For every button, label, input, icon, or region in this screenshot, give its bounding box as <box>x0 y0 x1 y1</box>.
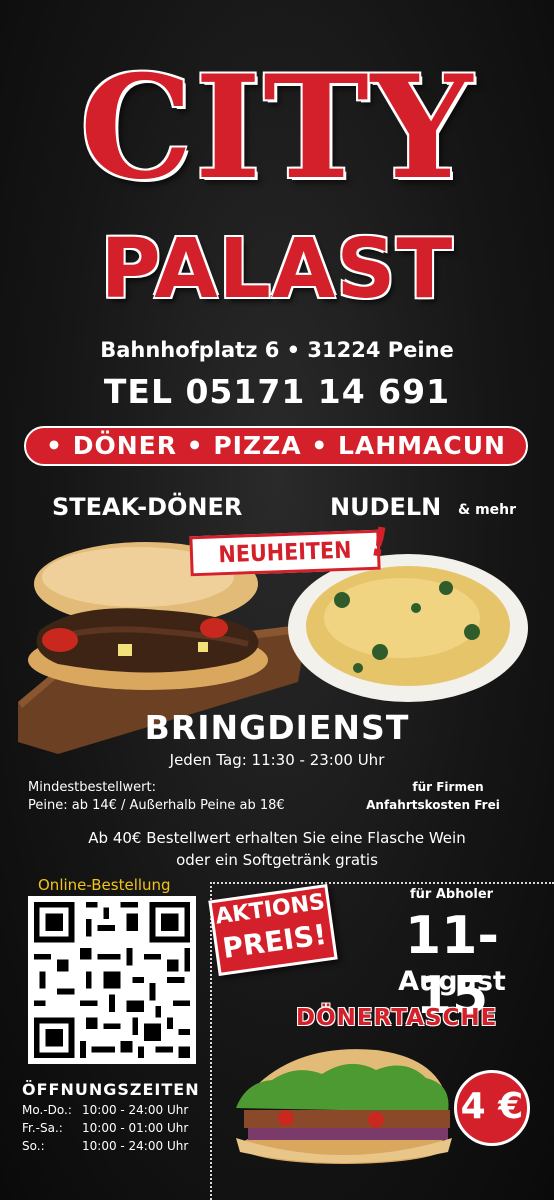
offer-divider-horizontal <box>210 882 554 884</box>
hours-day: Fr.-Sa.: <box>22 1121 63 1135</box>
delivery-hours: Jeden Tag: 11:30 - 23:00 Uhr <box>169 751 385 769</box>
brand-title-palast: PALAST <box>100 222 454 317</box>
min-order-value: Peine: ab 14€ / Außerhalb Peine ab 18€ <box>28 798 285 813</box>
firms-label: für Firmen <box>412 780 484 794</box>
online-order-label: Online-Bestellung <box>38 876 171 894</box>
promo-line-1: Ab 40€ Bestellwert erhalten Sie eine Fla… <box>88 829 466 847</box>
brand-title-city: CITY <box>79 45 475 211</box>
doenertasche-image <box>236 1049 452 1164</box>
min-order-label: Mindestbestellwert: <box>28 780 156 795</box>
phone-number[interactable]: TEL 05171 14 691 <box>0 372 554 411</box>
hours-time: 10:00 - 24:00 Uhr <box>82 1139 189 1153</box>
address: Bahnhofplatz 6 • 31224 Peine <box>100 338 454 362</box>
nudeln-label: NUDELN <box>330 493 442 521</box>
hours-time: 10:00 - 01:00 Uhr <box>82 1121 189 1135</box>
aktionspreis-badge: AKTIONS PREIS! <box>208 884 338 976</box>
hours-row: So.: 10:00 - 24:00 Uhr <box>22 1139 188 1153</box>
bringdienst-title: BRINGDIENST <box>144 708 410 747</box>
promo-line-2: oder ein Softgetränk gratis <box>176 851 378 869</box>
firms-value: Anfahrtskosten Frei <box>366 798 500 812</box>
offer-price: 4 € <box>454 1070 530 1146</box>
steak-doener-label: STEAK-DÖNER <box>52 493 243 521</box>
hours-row: Fr.-Sa.: 10:00 - 01:00 Uhr <box>22 1121 188 1135</box>
offer-month: August <box>398 966 506 997</box>
hours-day: So.: <box>22 1139 45 1153</box>
category-bar: • DÖNER • PIZZA • LAHMACUN <box>24 426 528 466</box>
flyer: CITY PALAST Bahnhofplatz 6 • 31224 Peine… <box>0 0 554 1200</box>
qr-code[interactable] <box>28 896 196 1064</box>
neuheiten-badge: NEUHEITEN <box>189 529 381 577</box>
hours-day: Mo.-Do.: <box>22 1103 72 1117</box>
opening-hours-title: ÖFFNUNGSZEITEN <box>22 1080 200 1099</box>
hours-row: Mo.-Do.: 10:00 - 24:00 Uhr <box>22 1103 188 1117</box>
offer-product: DÖNERTASCHE <box>296 1005 498 1031</box>
offer-audience: für Abholer <box>410 887 494 902</box>
hours-time: 10:00 - 24:00 Uhr <box>82 1103 189 1117</box>
and-more-label: & mehr <box>458 502 517 518</box>
